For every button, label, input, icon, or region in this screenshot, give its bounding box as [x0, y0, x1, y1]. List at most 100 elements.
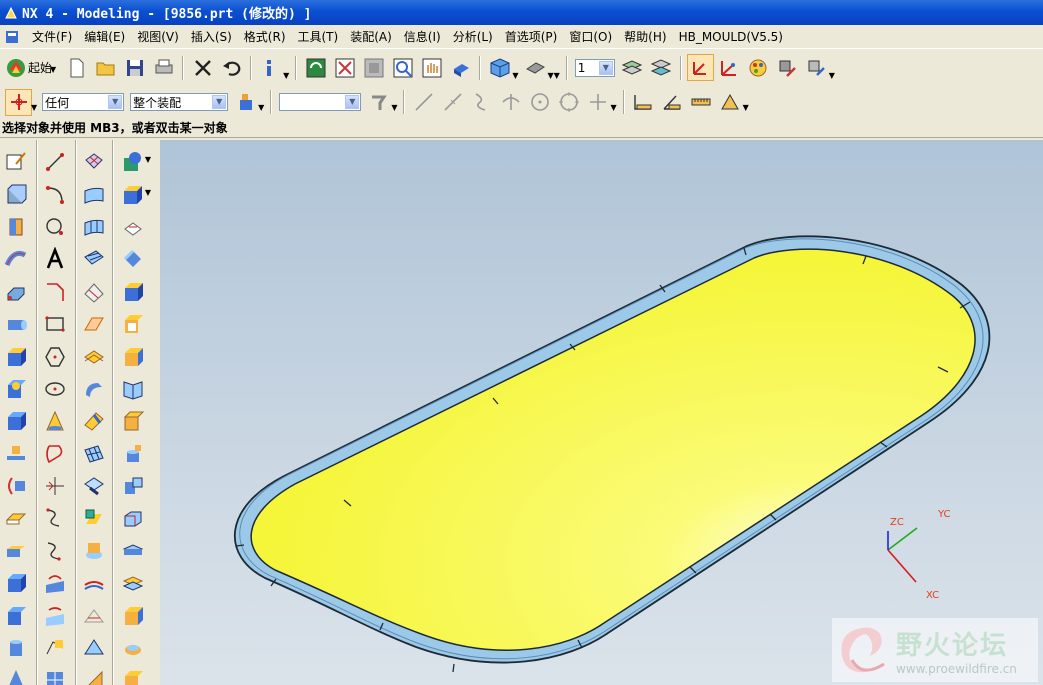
circle-button[interactable]	[39, 211, 71, 243]
project-curve-button[interactable]	[39, 567, 71, 599]
layer-settings-button[interactable]	[619, 54, 646, 81]
menu-tools[interactable]: 工具(T)	[292, 28, 345, 45]
information-dropdown[interactable]: ▼	[283, 71, 289, 80]
render-style-dropdown[interactable]: ▼	[512, 71, 518, 80]
rotate-button[interactable]	[447, 54, 474, 81]
quick-pick-dropdown[interactable]: ▼	[391, 103, 397, 112]
work-layer-select[interactable]: 1 ▼	[574, 58, 615, 77]
zoom-button[interactable]	[360, 54, 387, 81]
information-button[interactable]	[257, 54, 284, 81]
type-filter-select[interactable]: 任何 ▼	[42, 93, 125, 111]
undo-button[interactable]	[218, 54, 245, 81]
text-button[interactable]	[39, 243, 71, 275]
select-dropdown[interactable]: ▼	[31, 103, 37, 112]
zoom-in-out-button[interactable]	[389, 54, 416, 81]
wcs-dynamics-button[interactable]	[686, 54, 714, 81]
select-button[interactable]	[5, 88, 32, 116]
helix-button[interactable]	[39, 470, 71, 502]
menu-insert[interactable]: 插入(S)	[185, 28, 238, 45]
analysis-dropdown[interactable]: ▼	[743, 103, 749, 112]
subtract-dropdown[interactable]: ▼	[145, 188, 151, 197]
wrap-geometry-button[interactable]	[117, 535, 149, 567]
new-button[interactable]	[63, 54, 90, 81]
tube-button[interactable]	[0, 276, 32, 308]
styled-blend-button[interactable]	[78, 664, 110, 685]
edit-object-display-button[interactable]	[774, 54, 801, 81]
shell-button[interactable]	[117, 308, 149, 340]
edge-blend-button[interactable]	[117, 211, 149, 243]
through-curves-button[interactable]	[78, 146, 110, 178]
snap-existing-point-button[interactable]	[584, 89, 611, 116]
line-button[interactable]	[39, 146, 71, 178]
sphere-button[interactable]	[0, 405, 32, 437]
menu-assemblies[interactable]: 装配(A)	[344, 28, 398, 45]
document-menu-icon[interactable]	[4, 29, 22, 45]
graphics-window[interactable]: ZC YC XC 野火论坛 www.proewildfire.cn	[160, 140, 1043, 685]
conic-button[interactable]	[39, 405, 71, 437]
rectangle-button[interactable]	[39, 308, 71, 340]
snap-control-button[interactable]	[468, 89, 495, 116]
save-button[interactable]	[121, 54, 148, 81]
pan-button[interactable]	[418, 54, 445, 81]
layer-visible-button[interactable]	[648, 54, 675, 81]
selection-scope-select[interactable]: 整个装配 ▼	[130, 93, 229, 111]
palette-button[interactable]	[745, 54, 772, 81]
slot-button[interactable]	[0, 567, 32, 599]
offset-curve-button[interactable]	[39, 535, 71, 567]
assembly-select-dropdown[interactable]: ▼	[258, 103, 264, 112]
unite-button[interactable]: ▼	[117, 146, 151, 178]
wcs-origin-button[interactable]	[716, 54, 743, 81]
shaded-button[interactable]	[486, 54, 513, 81]
sweep-button[interactable]	[0, 243, 32, 275]
extension-button[interactable]	[78, 373, 110, 405]
patch-button[interactable]	[117, 502, 149, 534]
menu-edit[interactable]: 编辑(E)	[78, 28, 131, 45]
swept-button[interactable]	[78, 243, 110, 275]
bridge-curve-button[interactable]	[39, 632, 71, 664]
print-button[interactable]	[150, 54, 177, 81]
view-orient-button[interactable]	[521, 54, 548, 81]
pad-button[interactable]	[0, 535, 32, 567]
chamfer-button[interactable]	[117, 243, 149, 275]
menu-information[interactable]: 信息(I)	[398, 28, 447, 45]
polygon-button[interactable]	[39, 340, 71, 372]
pocket-button[interactable]	[0, 502, 32, 534]
split-body-button[interactable]	[117, 438, 149, 470]
arc-button[interactable]	[39, 178, 71, 210]
delete-button[interactable]	[189, 54, 216, 81]
spline-button[interactable]	[39, 438, 71, 470]
menu-help[interactable]: 帮助(H)	[618, 28, 672, 45]
offset-face-button[interactable]	[117, 340, 149, 372]
draft-button[interactable]	[117, 276, 149, 308]
cone-solid-button[interactable]	[0, 664, 32, 685]
section-surface-button[interactable]	[78, 276, 110, 308]
sew-button[interactable]	[117, 470, 149, 502]
ellipse-button[interactable]	[39, 373, 71, 405]
user-feature-button[interactable]	[0, 632, 32, 664]
boss-button[interactable]	[0, 470, 32, 502]
silhouette-flange-button[interactable]	[78, 567, 110, 599]
measure-bodies-button[interactable]	[717, 89, 744, 116]
refresh-button[interactable]	[302, 54, 329, 81]
measure-length-button[interactable]	[688, 89, 715, 116]
bounded-plane-button[interactable]	[78, 308, 110, 340]
menu-view[interactable]: 视图(V)	[131, 28, 185, 45]
snap-center-button[interactable]	[526, 89, 553, 116]
cone-button[interactable]	[0, 373, 32, 405]
sketch-button[interactable]	[0, 146, 32, 178]
revolve-button[interactable]	[0, 211, 32, 243]
promote-body-button[interactable]	[117, 664, 149, 685]
face-blend-button[interactable]	[78, 632, 110, 664]
quick-pick-button[interactable]	[365, 89, 392, 116]
law-extension-button[interactable]	[78, 599, 110, 631]
fillet-button[interactable]	[39, 276, 71, 308]
offset-surface-button[interactable]	[78, 340, 110, 372]
extrude-button[interactable]	[0, 178, 32, 210]
show-hide-button[interactable]	[803, 54, 830, 81]
mirror-body-button[interactable]	[117, 599, 149, 631]
assembly-select-button[interactable]	[232, 89, 259, 116]
extract-geometry-button[interactable]	[117, 632, 149, 664]
menu-window[interactable]: 窗口(O)	[563, 28, 618, 45]
ruled-button[interactable]	[78, 178, 110, 210]
instance-button[interactable]	[117, 567, 149, 599]
